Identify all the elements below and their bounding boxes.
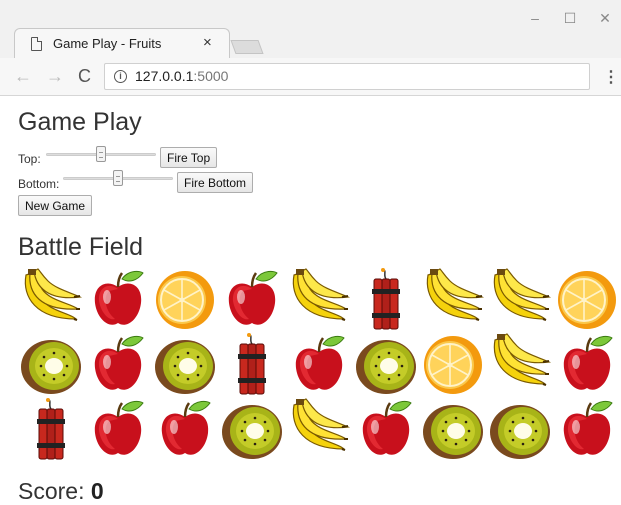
new-game-button[interactable]: New Game — [18, 195, 93, 216]
url-text: 127.0.0.1:5000 — [135, 68, 228, 84]
fire-top-button[interactable]: Fire Top — [160, 147, 218, 168]
game-play-heading: Game Play — [18, 108, 142, 136]
dynamite-icon — [18, 397, 84, 463]
apple-icon — [219, 267, 285, 333]
apple-icon — [85, 332, 151, 398]
address-bar[interactable]: i 127.0.0.1:5000 — [104, 63, 590, 90]
reload-icon[interactable]: C — [78, 66, 91, 87]
kiwi-icon — [487, 397, 553, 463]
dynamite-icon — [219, 332, 285, 398]
dynamite-icon — [353, 267, 419, 333]
browser-toolbar: ← → C i 127.0.0.1:5000 ⋮ — [0, 58, 621, 96]
orange-icon — [554, 267, 620, 333]
fire-bottom-button[interactable]: Fire Bottom — [177, 172, 254, 193]
banana-icon — [487, 267, 553, 333]
back-icon[interactable]: ← — [14, 66, 32, 87]
kiwi-icon — [18, 332, 84, 398]
forward-icon[interactable]: → — [46, 66, 64, 87]
browser-menu-icon[interactable]: ⋮ — [603, 67, 619, 87]
battle-field-heading: Battle Field — [18, 233, 144, 261]
battle-field-grid — [18, 267, 618, 467]
apple-icon — [286, 332, 352, 398]
info-icon[interactable]: i — [114, 70, 127, 83]
apple-icon — [85, 397, 151, 463]
banana-icon — [286, 397, 352, 463]
tab-close-icon[interactable]: × — [203, 34, 212, 51]
apple-icon — [353, 397, 419, 463]
kiwi-icon — [420, 397, 486, 463]
browser-tab[interactable]: Game Play - Fruits × — [14, 28, 230, 58]
apple-icon — [152, 397, 218, 463]
kiwi-icon — [152, 332, 218, 398]
window-titlebar: – ☐ ✕ Game Play - Fruits × — [0, 0, 621, 58]
minimize-icon[interactable]: – — [520, 8, 550, 28]
score-value: 0 — [90, 478, 104, 504]
apple-icon — [554, 397, 620, 463]
kiwi-icon — [219, 397, 285, 463]
maximize-icon[interactable]: ☐ — [555, 8, 585, 28]
banana-icon — [420, 267, 486, 333]
new-tab-button[interactable] — [230, 40, 264, 54]
url-port: :5000 — [193, 68, 229, 84]
score-label: Score: — [18, 478, 85, 504]
kiwi-icon — [353, 332, 419, 398]
orange-icon — [420, 332, 486, 398]
orange-icon — [152, 267, 218, 333]
bottom-slider-label: Bottom: — [18, 177, 60, 191]
page-icon — [31, 37, 42, 51]
window-close-icon[interactable]: ✕ — [590, 8, 620, 28]
top-slider-label: Top: — [18, 152, 41, 166]
slider-thumb[interactable] — [96, 146, 106, 162]
bottom-slider[interactable] — [63, 170, 173, 186]
banana-icon — [487, 332, 553, 398]
banana-icon — [18, 267, 84, 333]
top-slider[interactable] — [46, 146, 156, 162]
banana-icon — [286, 267, 352, 333]
tab-title: Game Play - Fruits — [53, 36, 162, 51]
apple-icon — [554, 332, 620, 398]
apple-icon — [85, 267, 151, 333]
score: Score: 0 — [18, 478, 104, 505]
slider-thumb[interactable] — [113, 170, 123, 186]
url-host: 127.0.0.1 — [135, 68, 194, 84]
